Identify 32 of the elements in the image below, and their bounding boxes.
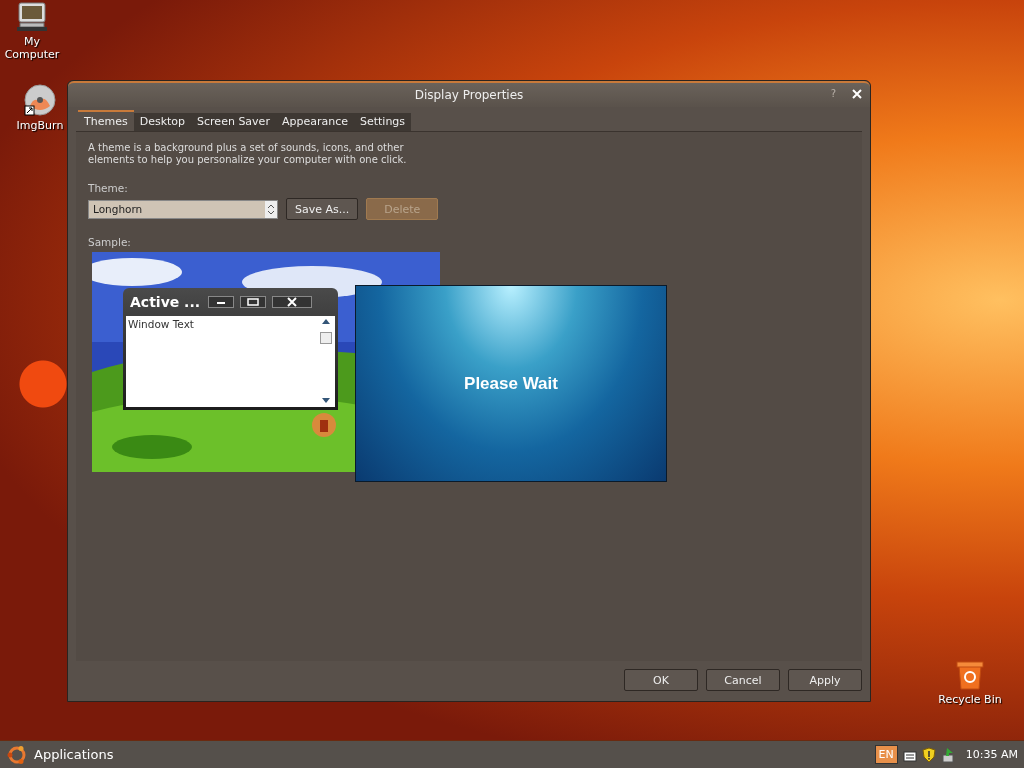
trash-icon	[956, 660, 984, 690]
description-text: A theme is a background plus a set of sounds, icons, and other elements to help you personalize your computer with one click.	[88, 142, 408, 166]
loading-message: Please Wait	[464, 373, 558, 394]
tab[interactable]: Desktop	[133, 113, 192, 131]
tab[interactable]: Screen Saver	[191, 113, 276, 131]
icon-label[interactable]: ImgBurn	[16, 119, 64, 132]
theme-button[interactable]: Save As...	[286, 198, 359, 220]
sample-label: Sample:	[88, 236, 132, 248]
tab[interactable]: Settings	[353, 113, 412, 131]
clock: 10:35 AM	[965, 748, 1018, 761]
minimize-icon	[208, 296, 235, 308]
window-title: Display Properties	[414, 88, 524, 102]
theme-dropdown[interactable]: Longhorn	[88, 199, 278, 219]
computer-icon	[16, 2, 48, 32]
close-icon[interactable]	[852, 89, 862, 99]
icon-label[interactable]: My Computer	[0, 35, 64, 61]
logo[interactable]	[6, 743, 28, 766]
shield-icon[interactable]	[921, 746, 936, 763]
close-icon	[272, 296, 313, 308]
tab[interactable]: Themes	[78, 110, 134, 131]
theme-label: Theme:	[88, 182, 129, 194]
dialog-button[interactable]: Cancel	[706, 669, 780, 691]
maximize-icon	[240, 296, 267, 308]
sample-window-title: Active ...	[130, 294, 201, 310]
applications-menu[interactable]: Applications	[6, 743, 114, 766]
dialog-button[interactable]: Apply	[788, 669, 862, 691]
disc-icon	[24, 84, 56, 116]
icon-label[interactable]: Recycle Bin	[938, 693, 1002, 706]
sample-window-text: Window Text	[128, 318, 194, 332]
spinner-icon[interactable]	[265, 200, 277, 218]
dialog-button[interactable]: OK	[624, 669, 698, 691]
tab[interactable]: Appearance	[275, 113, 354, 131]
